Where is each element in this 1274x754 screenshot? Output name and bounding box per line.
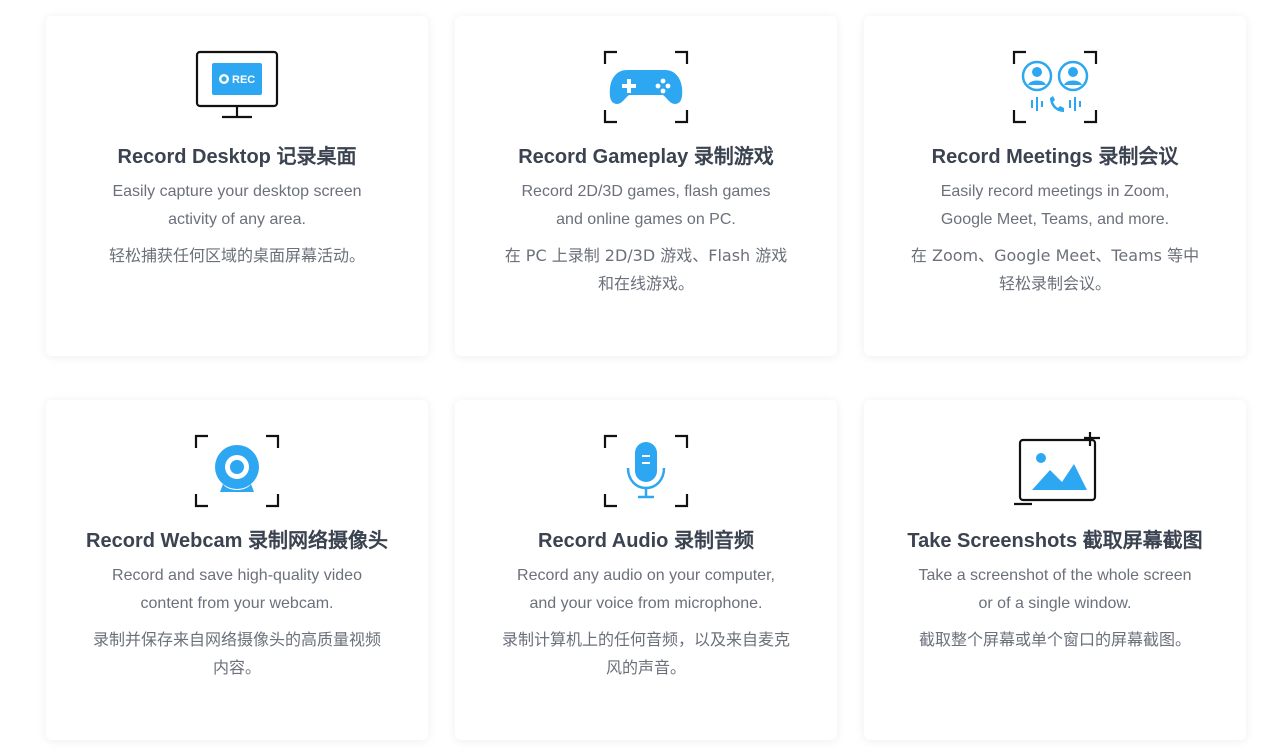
webcam-icon — [192, 432, 282, 510]
card-title: Record Desktop 记录桌面 — [117, 146, 357, 168]
card-title: Take Screenshots 截取屏幕截图 — [907, 530, 1203, 552]
card-description-en: Take a screenshot of the whole screen or… — [918, 567, 1192, 612]
monitor-rec-icon: REC — [192, 48, 282, 126]
card-title: Record Meetings 录制会议 — [931, 146, 1179, 168]
feature-card-record-meetings[interactable]: Record Meetings 录制会议 Easily record meeti… — [864, 16, 1246, 356]
card-title: Record Audio 录制音频 — [538, 530, 754, 552]
card-title: Record Gameplay 录制游戏 — [518, 146, 774, 168]
feature-card-record-gameplay[interactable]: Record Gameplay 录制游戏 Record 2D/3D games,… — [455, 16, 837, 356]
feature-card-record-audio[interactable]: Record Audio 录制音频 Record any audio on yo… — [455, 400, 837, 740]
feature-card-record-webcam[interactable]: Record Webcam 录制网络摄像头 Record and save hi… — [46, 400, 428, 740]
card-description-zh: 在 Zoom、Google Meet、Teams 等中轻松录制会议。 — [910, 246, 1200, 293]
microphone-icon — [601, 432, 691, 510]
feature-card-record-desktop[interactable]: REC Record Desktop 记录桌面 Easily capture y… — [46, 16, 428, 356]
feature-card-take-screenshots[interactable]: Take Screenshots 截取屏幕截图 Take a screensho… — [864, 400, 1246, 740]
card-description-zh: 录制并保存来自网络摄像头的高质量视频内容。 — [92, 630, 381, 677]
card-description-en: Record and save high-quality video conte… — [112, 567, 362, 612]
card-description-en: Easily record meetings in Zoom, Google M… — [940, 183, 1170, 228]
card-description-zh: 在 PC 上录制 2D/3D 游戏、Flash 游戏和在线游戏。 — [504, 246, 788, 293]
card-description-zh: 录制计算机上的任何音频，以及来自麦克风的声音。 — [501, 630, 790, 677]
card-description-zh: 截取整个屏幕或单个窗口的屏幕截图。 — [918, 630, 1191, 649]
meeting-people-icon — [1010, 48, 1100, 126]
card-description-en: Record 2D/3D games, flash games and onli… — [521, 183, 771, 228]
card-description-en: Easily capture your desktop screen activ… — [112, 183, 362, 228]
card-title: Record Webcam 录制网络摄像头 — [86, 530, 388, 552]
card-description-en: Record any audio on your computer, and y… — [517, 567, 775, 612]
screenshot-image-icon — [1010, 432, 1100, 510]
card-description-zh: 轻松捕获任何区域的桌面屏幕活动。 — [108, 246, 365, 265]
features-grid: REC Record Desktop 记录桌面 Easily capture y… — [0, 0, 1274, 754]
gamepad-icon — [601, 48, 691, 126]
rec-label: REC — [232, 74, 255, 86]
